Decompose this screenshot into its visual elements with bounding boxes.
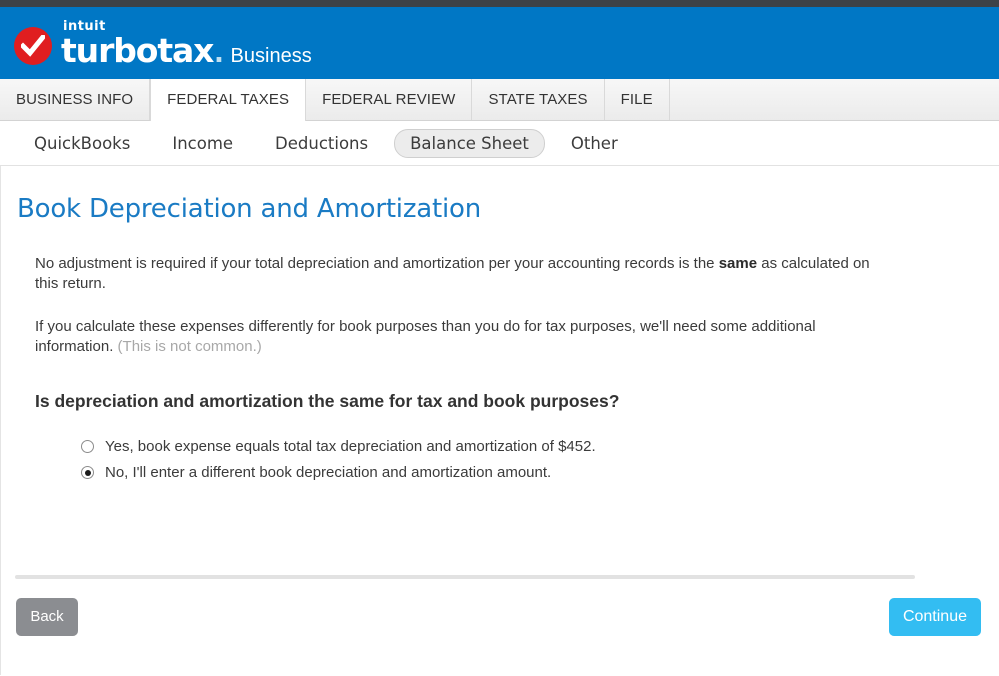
page-title: Book Depreciation and Amortization bbox=[17, 194, 482, 224]
turbotax-logo: intuit turbotax . Business bbox=[14, 20, 312, 67]
tab-federal-taxes[interactable]: FEDERAL TAXES bbox=[150, 79, 307, 121]
red-check-circle-icon bbox=[14, 26, 52, 65]
paragraph-1-emphasis: same bbox=[718, 255, 758, 272]
radio-button-yes[interactable] bbox=[81, 440, 94, 453]
radio-option-yes[interactable]: Yes, book expense equals total tax depre… bbox=[81, 438, 979, 455]
intro-paragraph-2: If you calculate these expenses differen… bbox=[17, 317, 897, 358]
radio-group: Yes, book expense equals total tax depre… bbox=[17, 438, 979, 481]
page-content: Book Depreciation and Amortization No ad… bbox=[0, 166, 999, 675]
radio-label-no: No, I'll enter a different book deprecia… bbox=[105, 464, 552, 481]
subnav-item-deductions[interactable]: Deductions bbox=[259, 129, 384, 158]
tab-file[interactable]: FILE bbox=[605, 79, 670, 120]
subnav-item-balance-sheet[interactable]: Balance Sheet bbox=[394, 128, 545, 158]
paragraph-1-part-1: No adjustment is required if your total … bbox=[35, 255, 719, 272]
radio-option-no[interactable]: No, I'll enter a different book deprecia… bbox=[81, 464, 979, 481]
brand-dot: . bbox=[214, 31, 224, 69]
tab-bar-filler bbox=[670, 79, 999, 120]
question-heading: Is depreciation and amortization the sam… bbox=[35, 391, 620, 411]
brand-header: intuit turbotax . Business bbox=[0, 7, 999, 79]
primary-tab-bar: BUSINESS INFO FEDERAL TAXES FEDERAL REVI… bbox=[0, 79, 999, 121]
window-top-strip bbox=[0, 0, 999, 7]
tab-business-info[interactable]: BUSINESS INFO bbox=[0, 79, 151, 120]
sub-navigation: QuickBooks Income Deductions Balance She… bbox=[0, 121, 999, 166]
subnav-item-income[interactable]: Income bbox=[156, 129, 249, 158]
edition-label: Business bbox=[230, 44, 312, 67]
radio-button-no[interactable] bbox=[81, 466, 94, 479]
subnav-item-other[interactable]: Other bbox=[555, 129, 634, 158]
tab-state-taxes[interactable]: STATE TAXES bbox=[472, 79, 605, 120]
radio-label-yes: Yes, book expense equals total tax depre… bbox=[105, 438, 596, 455]
subnav-item-quickbooks[interactable]: QuickBooks bbox=[18, 129, 146, 158]
back-button[interactable]: Back bbox=[16, 598, 78, 636]
tab-federal-review[interactable]: FEDERAL REVIEW bbox=[306, 79, 473, 120]
intro-paragraph-1: No adjustment is required if your total … bbox=[17, 254, 897, 295]
page-footer: Back Continue bbox=[1, 575, 999, 675]
paragraph-2-note: (This is not common.) bbox=[117, 337, 262, 355]
turbotax-wordmark: turbotax bbox=[61, 30, 214, 70]
continue-button[interactable]: Continue bbox=[888, 598, 981, 636]
